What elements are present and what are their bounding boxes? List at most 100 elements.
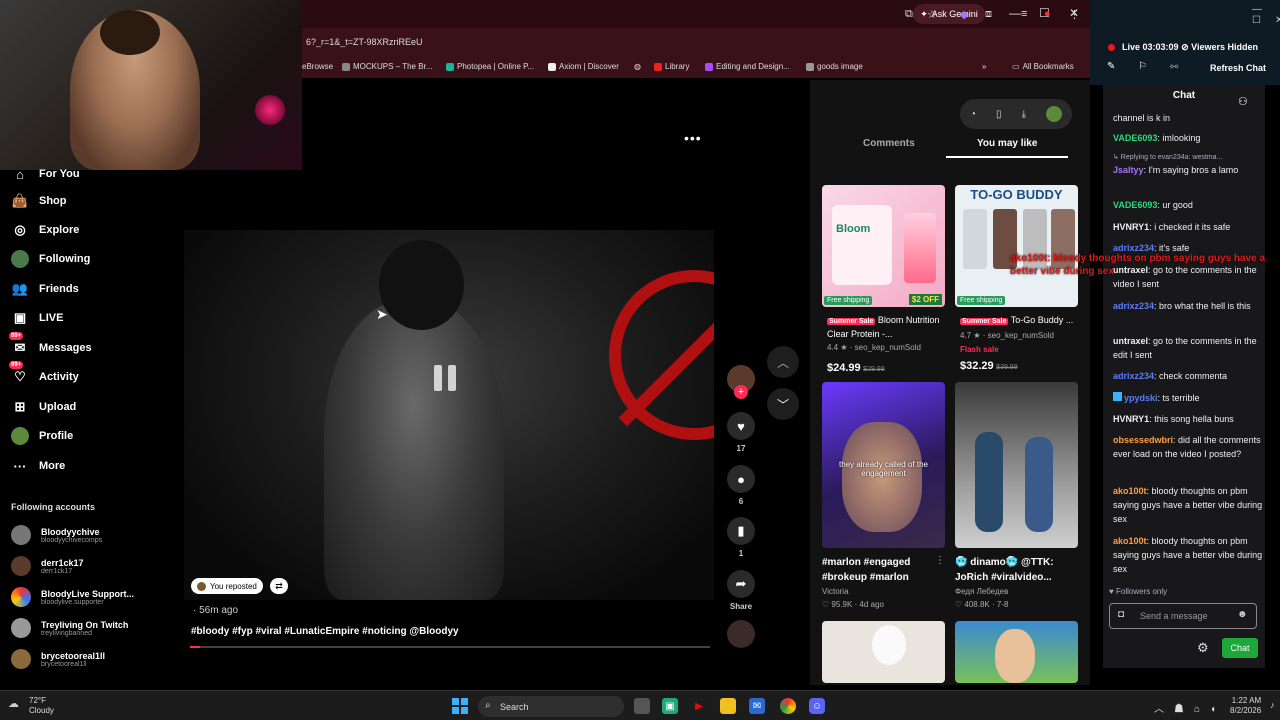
video-progress-bar[interactable] xyxy=(190,646,710,648)
chat-username[interactable]: untraxel xyxy=(1113,336,1148,346)
following-account[interactable]: BloodyLive Support... bloodylive.supporte… xyxy=(11,587,134,607)
more-bookmarks-icon[interactable]: » xyxy=(982,62,986,71)
bookmark-item[interactable]: goods image xyxy=(806,62,863,71)
system-tray-icons[interactable]: ︿☗⌂◖ xyxy=(1154,700,1226,715)
video-info[interactable]: 🥶 dinamo🥶 @TTK: JoRich #viralvideo... Фе… xyxy=(955,555,1078,611)
task-view-icon[interactable] xyxy=(634,698,650,714)
youtube-icon[interactable]: ▶ xyxy=(691,698,707,714)
video-info[interactable]: #marlon #engaged #brokeup #marlon Victor… xyxy=(822,555,945,611)
comment-button[interactable]: ● 6 xyxy=(727,465,755,506)
bookmark-item[interactable]: Photopea | Online P... xyxy=(446,62,534,71)
cast-icon[interactable]: ⧉ xyxy=(905,8,913,21)
weather-widget[interactable]: 72°F Cloudy xyxy=(29,696,54,716)
address-bar[interactable]: 6?_r=1&_t=ZT-98XRzriREeU xyxy=(302,28,1090,56)
bookmark-item[interactable]: Library xyxy=(654,62,689,71)
globe-icon[interactable]: ◍ xyxy=(634,62,641,71)
weather-icon[interactable]: ☁ xyxy=(8,697,19,710)
video-thumbnail[interactable] xyxy=(822,621,945,683)
sidebar-item-for-you[interactable]: ⌂ For You xyxy=(11,165,79,183)
following-account[interactable]: derr1ck17 derr1ck17 xyxy=(11,556,84,576)
chat-username[interactable]: HVNRY1 xyxy=(1113,222,1149,232)
taskbar-search[interactable]: Search xyxy=(478,696,624,717)
minimize-icon[interactable]: — xyxy=(1009,6,1021,20)
repost-icon[interactable]: ⇄ xyxy=(270,578,288,594)
community-icon[interactable]: ⚇ xyxy=(1238,95,1248,108)
refresh-chat-button[interactable]: Refresh Chat xyxy=(1210,63,1266,73)
following-account[interactable]: Bloodyychive bloodyychivecomps xyxy=(11,525,102,545)
product-image[interactable]: Bloom Free shipping $2 OFF xyxy=(822,185,945,307)
edit-icon[interactable]: ✎ xyxy=(1107,61,1115,72)
speed-icon[interactable]: ◔ xyxy=(970,109,976,120)
chat-username[interactable]: obsessedwbri xyxy=(1113,435,1173,445)
bookmark-item[interactable]: Axiom | Discover xyxy=(548,62,619,71)
chat-send-button[interactable]: Chat xyxy=(1222,638,1258,658)
twitch-window-controls[interactable]: —☐✕ xyxy=(1252,4,1280,26)
card-menu-icon[interactable]: ⋮ xyxy=(935,555,945,566)
ask-gemini-button[interactable]: ✦ Ask Gemini xyxy=(913,4,985,24)
follow-plus-icon[interactable]: + xyxy=(734,385,748,399)
windows-start-icon[interactable] xyxy=(452,698,468,714)
bookmark-item[interactable]: eBrowse xyxy=(302,62,333,71)
bookmark-star-icon[interactable]: ☆ xyxy=(927,8,937,21)
like-button[interactable]: ♥ 17 xyxy=(727,412,755,453)
chat-username[interactable]: VADE6093 xyxy=(1113,200,1157,210)
product-info[interactable]: Summer Sale To-Go Buddy ... 4.7 ★ · seo_… xyxy=(960,314,1083,374)
outlook-icon[interactable]: ✉ xyxy=(749,698,765,714)
chat-username[interactable]: HVNRY1 xyxy=(1113,414,1149,424)
clip-icon[interactable]: ⚐ xyxy=(1138,61,1147,72)
sidebar-item-upload[interactable]: ⊞ Upload xyxy=(11,398,77,416)
download-icon[interactable]: ⤓ xyxy=(1022,109,1026,120)
shield-icon[interactable]: ◘ xyxy=(1118,609,1124,620)
following-account[interactable]: brycetooreal1ll brycetooreal1ll xyxy=(11,649,105,669)
sidebar-item-more[interactable]: ··· More xyxy=(11,457,66,475)
url-text[interactable]: 6?_r=1&_t=ZT-98XRzriREeU xyxy=(306,37,423,47)
bookmark-item[interactable]: Editing and Design... xyxy=(705,62,790,71)
file-explorer-icon[interactable] xyxy=(720,698,736,714)
sound-avatar[interactable] xyxy=(727,620,755,648)
save-button[interactable]: ▮ 1 xyxy=(727,517,755,558)
video-caption[interactable]: #bloody #fyp #viral #LunaticEmpire #noti… xyxy=(191,626,459,637)
video-thumbnail[interactable]: they already called of the engagement xyxy=(822,382,945,548)
sidebar-item-messages[interactable]: ✉ 99+ Messages xyxy=(9,332,92,357)
sidebar-item-friends[interactable]: 👥 Friends xyxy=(11,280,79,298)
video-player[interactable] xyxy=(184,230,714,600)
taskbar-clock[interactable]: 1:22 AM 8/2/2026 xyxy=(1230,696,1261,716)
share-button[interactable]: ➦ Share xyxy=(727,570,755,611)
next-video-button[interactable]: ﹀ xyxy=(767,388,799,420)
chat-username[interactable]: ako100t xyxy=(1113,536,1147,546)
video-thumbnail[interactable] xyxy=(955,382,1078,548)
previous-video-button[interactable]: ︿ xyxy=(767,346,799,378)
chrome-icon[interactable] xyxy=(780,698,796,714)
tab-you-may-like[interactable]: You may like xyxy=(977,138,1037,149)
chat-username[interactable]: ako100t xyxy=(1113,486,1147,496)
chat-username[interactable]: ypydski xyxy=(1124,393,1158,403)
app-icon[interactable]: ▣ xyxy=(662,698,678,714)
avatar[interactable] xyxy=(1045,106,1062,122)
tab-comments[interactable]: Comments xyxy=(863,138,915,149)
sidebar-item-explore[interactable]: ◎ Explore xyxy=(11,221,79,239)
pause-icon[interactable] xyxy=(434,365,464,399)
share-icon[interactable]: ⚯ xyxy=(1170,62,1178,73)
product-image[interactable]: TO-GO BUDDY Free shipping xyxy=(955,185,1078,307)
puzzle-icon[interactable]: ⧈ xyxy=(985,8,992,21)
profile-avatar-icon[interactable]: ● xyxy=(1044,8,1051,20)
extension-icon[interactable]: ◆ xyxy=(960,8,968,21)
bookmark-item[interactable]: ▭ All Bookmarks xyxy=(1012,62,1074,71)
chat-username[interactable]: adrixz234 xyxy=(1113,301,1154,311)
emote-icon[interactable]: ☻ xyxy=(1237,609,1248,620)
product-info[interactable]: Summer Sale Bloom Nutrition Clear Protei… xyxy=(827,314,950,376)
sidebar-item-profile[interactable]: Profile xyxy=(11,427,73,445)
video-thumbnail[interactable] xyxy=(955,621,1078,683)
chat-username[interactable]: adrixz234 xyxy=(1113,371,1154,381)
settings-gear-icon[interactable]: ⚙ xyxy=(1197,640,1209,656)
following-account[interactable]: Treyliving On Twitch treylivingbanned xyxy=(11,618,128,638)
chat-username[interactable]: Jsaltyy xyxy=(1113,165,1144,175)
sidebar-item-live[interactable]: ▣ LIVE xyxy=(11,309,64,327)
sidebar-item-shop[interactable]: 👜 Shop xyxy=(11,192,67,210)
chat-username[interactable]: VADE6093 xyxy=(1113,133,1157,143)
bookmark-item[interactable]: MOCKUPS – The Br... xyxy=(342,62,432,71)
sidebar-item-following[interactable]: Following xyxy=(11,250,90,268)
chat-input[interactable]: Send a message xyxy=(1109,603,1257,629)
discord-icon[interactable]: ☺ xyxy=(809,698,825,714)
notification-bell-icon[interactable]: ♪ xyxy=(1270,700,1275,710)
